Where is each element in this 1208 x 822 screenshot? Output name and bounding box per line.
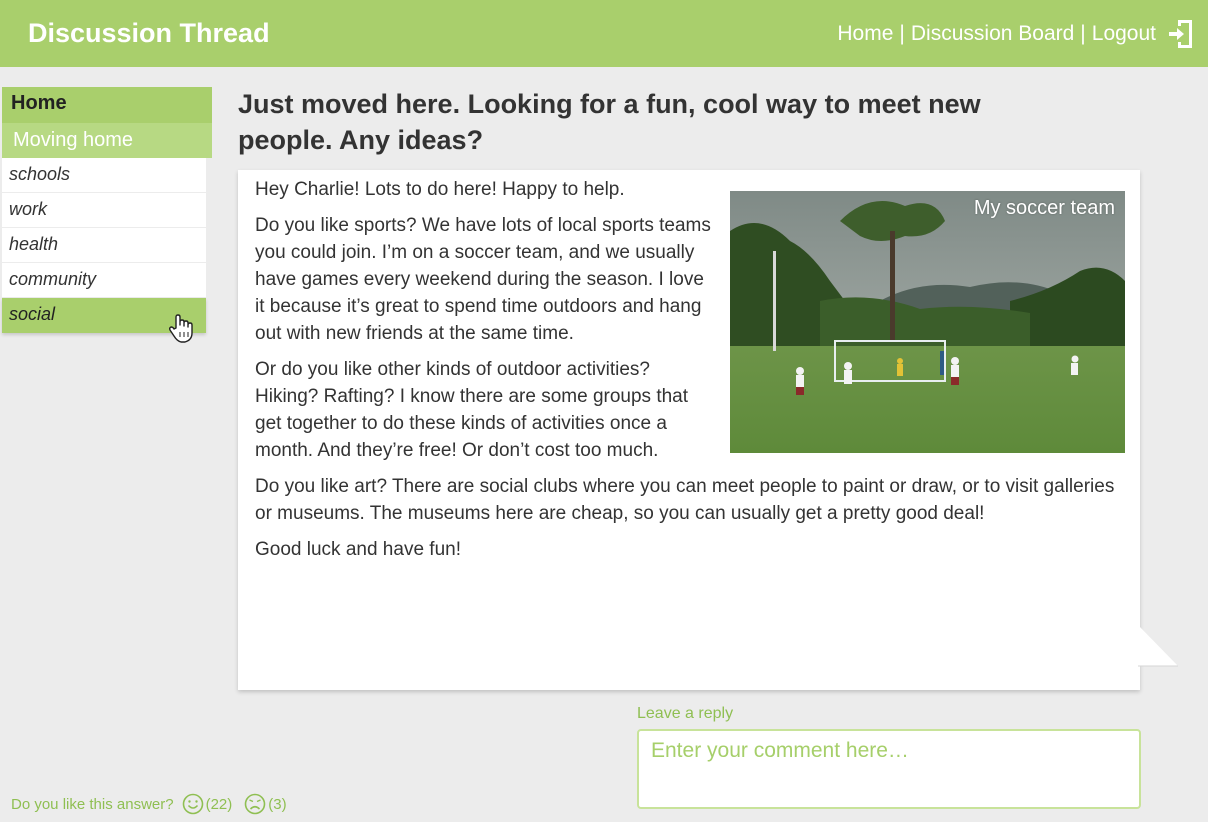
question-title: Just moved here. Looking for a fun, cool… [238,89,981,155]
sad-face-icon [244,793,266,815]
dislike-button[interactable]: (3) [244,793,287,815]
sidebar-item-social[interactable]: social [2,298,206,343]
header-bar: Discussion Thread Home | Discussion Boar… [0,0,1208,67]
answer-card: My soccer team Hey Charlie! Lots to do h… [238,170,1140,690]
rating-question: Do you like this answer? [11,795,174,813]
soccer-field-image [730,191,1125,453]
answer-paragraph: Do you like art? There are social clubs … [255,476,1115,524]
like-count: (22) [205,795,233,813]
sidebar-item-label: social [9,304,56,324]
sidebar-item-community[interactable]: community [2,263,206,298]
soccer-team-photo: My soccer team [730,191,1125,453]
app-title: Discussion Thread [28,18,270,48]
reply-label: Leave a reply [637,705,734,722]
logout-door-icon[interactable] [1168,18,1194,50]
sidebar-section-moving-home[interactable]: Moving home [2,123,212,158]
photo-caption: My soccer team [973,197,1115,219]
nav-discussion-board-link[interactable]: Discussion Board [911,22,1074,46]
hand-pointer-icon [168,314,196,349]
nav-separator: | [899,21,905,45]
nav-separator: | [1080,21,1086,45]
sidebar: Home Moving home schools work health com… [2,87,212,343]
answer-rating: Do you like this answer? (22) (3) [11,793,287,815]
sidebar-item-health[interactable]: health [2,228,206,263]
sidebar-item-work[interactable]: work [2,193,206,228]
smiley-face-icon [182,793,203,815]
answer-paragraph: Good luck and have fun! [255,539,461,560]
nav-home-link[interactable]: Home [837,22,893,46]
sidebar-item-schools[interactable]: schools [2,158,206,193]
nav-logout-link[interactable]: Logout [1092,22,1156,46]
speech-bubble-tail [1138,625,1178,667]
like-button[interactable]: (22) [182,793,233,815]
comment-input[interactable] [637,729,1141,809]
top-navigation: Home | Discussion Board | Logout [837,18,1194,50]
sidebar-home[interactable]: Home [2,87,212,123]
dislike-count: (3) [268,795,287,813]
